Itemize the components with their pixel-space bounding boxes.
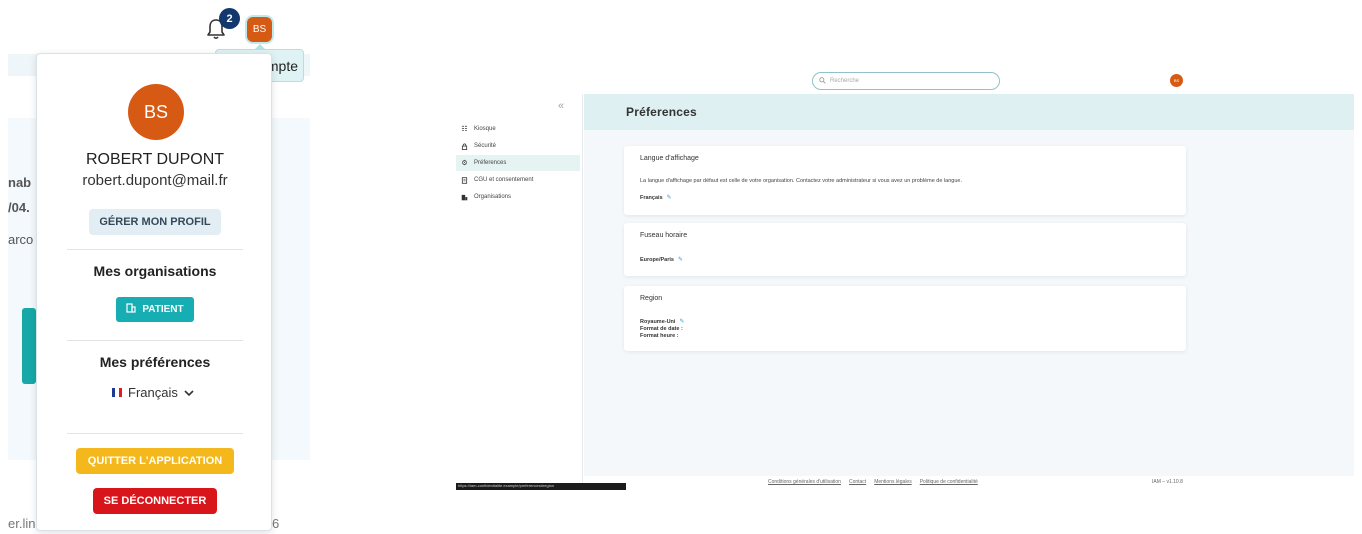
organisation-label: PATIENT	[142, 304, 184, 315]
value-text: Royaume-Uni	[640, 318, 676, 325]
chevron-down-icon	[184, 385, 194, 400]
divider	[67, 433, 243, 434]
manage-profile-button[interactable]: GÉRER MON PROFIL	[89, 209, 221, 235]
organisation-patient-button[interactable]: PATIENT	[116, 297, 194, 322]
card-title: Region	[640, 295, 663, 302]
france-flag-icon	[112, 388, 122, 397]
search-icon	[819, 76, 826, 86]
language-value: Français	[128, 385, 178, 400]
footer-link-cgu[interactable]: Conditions générales d'utilisation	[768, 479, 841, 485]
sidebar-item-kiosque[interactable]: ☷ Kiosque	[456, 121, 580, 137]
avatar: BS	[128, 84, 184, 140]
card-title: Fuseau horaire	[640, 232, 688, 239]
time-format-label: Format heure :	[640, 333, 679, 339]
account-dropdown: BS ROBERT DUPONT robert.dupont@mail.fr G…	[36, 53, 272, 531]
building-icon	[461, 194, 468, 201]
sidebar-item-label: Préferences	[474, 160, 507, 166]
preferences-title: Mes préférences	[99, 354, 211, 370]
sidebar-item-label: Sécurité	[474, 143, 497, 149]
page-header: Préferences	[584, 94, 1354, 130]
divider	[67, 340, 243, 341]
sidebar-item-label: Kiosque	[474, 126, 496, 132]
preferences-page-screenshot: Recherche BS « ☷ Kiosque Sécurité ⚙ Préf…	[456, 60, 1354, 490]
page-title: Préferences	[626, 105, 697, 119]
timezone-value: Europe/Paris ✎	[640, 256, 683, 264]
divider	[67, 249, 243, 250]
grid-icon: ☷	[461, 125, 468, 133]
card-description: La langue d'affichage par défaut est cel…	[640, 178, 962, 184]
timezone-card: Fuseau horaire Europe/Paris ✎	[624, 223, 1186, 276]
sidebar-item-label: CGU et consentement	[474, 177, 534, 183]
gear-icon: ⚙	[461, 159, 468, 167]
building-icon	[126, 303, 136, 316]
language-value: Français ✎	[640, 194, 672, 202]
browser-status-bar: https://iam-confidentialite.example/pref…	[456, 483, 626, 490]
edit-pencil-icon[interactable]: ✎	[679, 318, 684, 325]
organisations-title: Mes organisations	[93, 263, 217, 279]
edit-pencil-icon[interactable]: ✎	[678, 256, 683, 263]
footer: Conditions générales d'utilisation Conta…	[584, 476, 1354, 490]
lock-icon	[461, 143, 468, 150]
footer-links: Conditions générales d'utilisation Conta…	[768, 479, 978, 485]
sidebar-item-organisations[interactable]: Organisations	[456, 189, 580, 205]
main-content: Préferences Langue d'affichage La langue…	[584, 94, 1354, 476]
account-avatar-button[interactable]: BS	[1170, 74, 1183, 87]
edit-pencil-icon[interactable]: ✎	[667, 194, 672, 201]
footer-link-legal[interactable]: Mentions légales	[874, 479, 912, 485]
sidebar-item-securite[interactable]: Sécurité	[456, 138, 580, 154]
sidebar-item-preferences[interactable]: ⚙ Préferences	[456, 155, 580, 171]
search-input[interactable]: Recherche	[812, 72, 1000, 90]
footer-link-contact[interactable]: Contact	[849, 479, 866, 485]
sidebar-item-cgu[interactable]: CGU et consentement	[456, 172, 580, 188]
app-version: IAM – v1.10.8	[1152, 479, 1183, 485]
account-avatar-button[interactable]: BS	[247, 17, 272, 42]
document-icon	[461, 176, 468, 184]
logout-button[interactable]: SE DÉCONNECTER	[93, 488, 217, 514]
background-illustration	[22, 308, 36, 384]
background-text: arco	[8, 232, 34, 247]
date-format-label: Format de date :	[640, 326, 683, 332]
background-text: /04.	[8, 200, 30, 215]
sidebar: « ☷ Kiosque Sécurité ⚙ Préferences CGU e…	[456, 94, 583, 490]
card-title: Langue d'affichage	[640, 155, 699, 162]
value-text: Europe/Paris	[640, 256, 674, 263]
region-value: Royaume-Uni ✎	[640, 318, 684, 326]
background-number: 6	[272, 516, 280, 531]
quit-app-button[interactable]: QUITTER L'APPLICATION	[76, 448, 234, 474]
collapse-sidebar-button[interactable]: «	[558, 100, 564, 112]
language-select[interactable]: Français	[112, 385, 194, 400]
account-menu-screenshot: nab /04. arco er.link 6 2 BS Mon compte …	[0, 0, 315, 534]
region-card: Region Royaume-Uni ✎ Format de date : Fo…	[624, 286, 1186, 351]
footer-link-privacy[interactable]: Politique de confidentialité	[920, 479, 978, 485]
value-text: Français	[640, 194, 663, 201]
language-card: Langue d'affichage La langue d'affichage…	[624, 146, 1186, 215]
notification-count-badge: 2	[219, 8, 240, 29]
user-email: robert.dupont@mail.fr	[82, 172, 228, 189]
sidebar-item-label: Organisations	[474, 194, 512, 200]
background-text: nab	[8, 175, 32, 190]
search-placeholder: Recherche	[830, 78, 860, 84]
user-name: ROBERT DUPONT	[85, 151, 225, 168]
